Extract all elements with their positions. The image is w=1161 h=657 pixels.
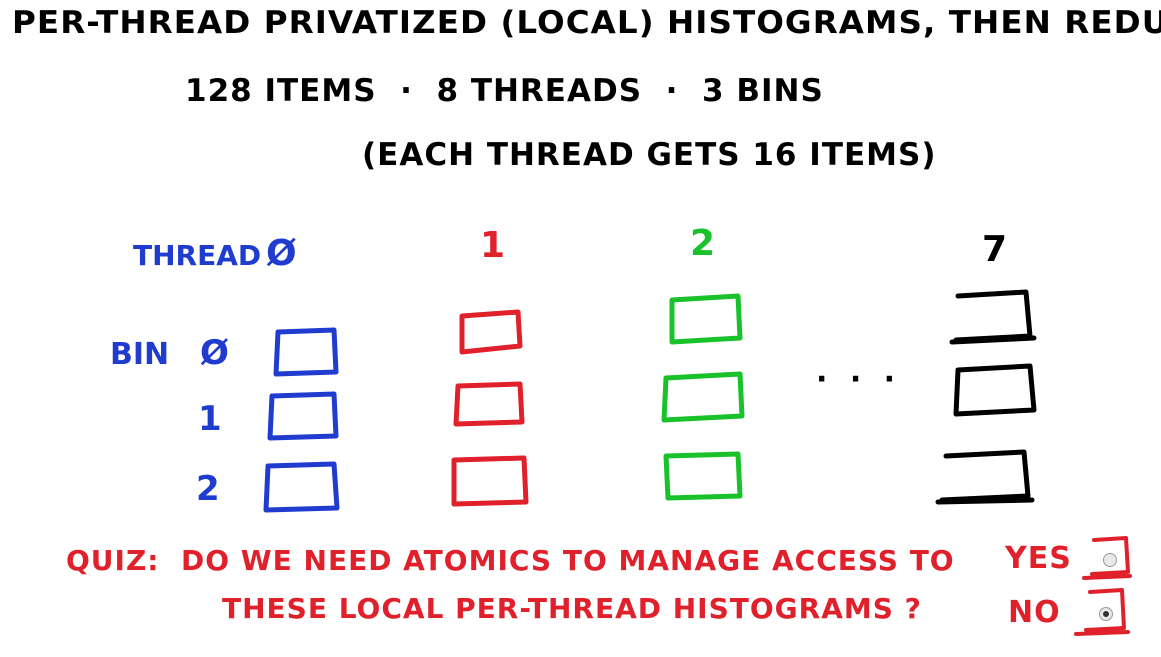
thread-7-histogram	[935, 289, 1037, 505]
answer-yes-radio[interactable]	[1103, 553, 1117, 567]
t1-bin1-box	[453, 381, 525, 427]
thread-2-histogram	[661, 293, 745, 501]
t7-bin0-box	[949, 289, 1037, 345]
t0-bin2-box	[263, 461, 340, 513]
quiz-question-line-1: QUIZ: DO WE NEED ATOMICS TO MANAGE ACCES…	[66, 544, 955, 577]
t2-bin2-box	[663, 451, 743, 501]
t7-bin1-box	[953, 363, 1037, 417]
thread-0-histogram	[263, 327, 340, 513]
t7-bin2-box	[935, 449, 1035, 505]
t1-bin0-box	[459, 309, 523, 355]
t2-bin1-box	[661, 371, 745, 423]
quiz-question-line-2: THESE LOCAL PER-THREAD HISTOGRAMS ?	[222, 592, 922, 625]
t0-bin1-box	[267, 391, 339, 441]
answer-no-radio[interactable]	[1099, 607, 1113, 621]
answer-yes-label: YES	[1005, 541, 1072, 576]
answer-no-label: NO	[1008, 595, 1061, 630]
t1-bin2-box	[451, 455, 529, 507]
t2-bin0-box	[669, 293, 743, 345]
thread-1-histogram	[451, 309, 529, 507]
t0-bin0-box	[273, 327, 339, 377]
